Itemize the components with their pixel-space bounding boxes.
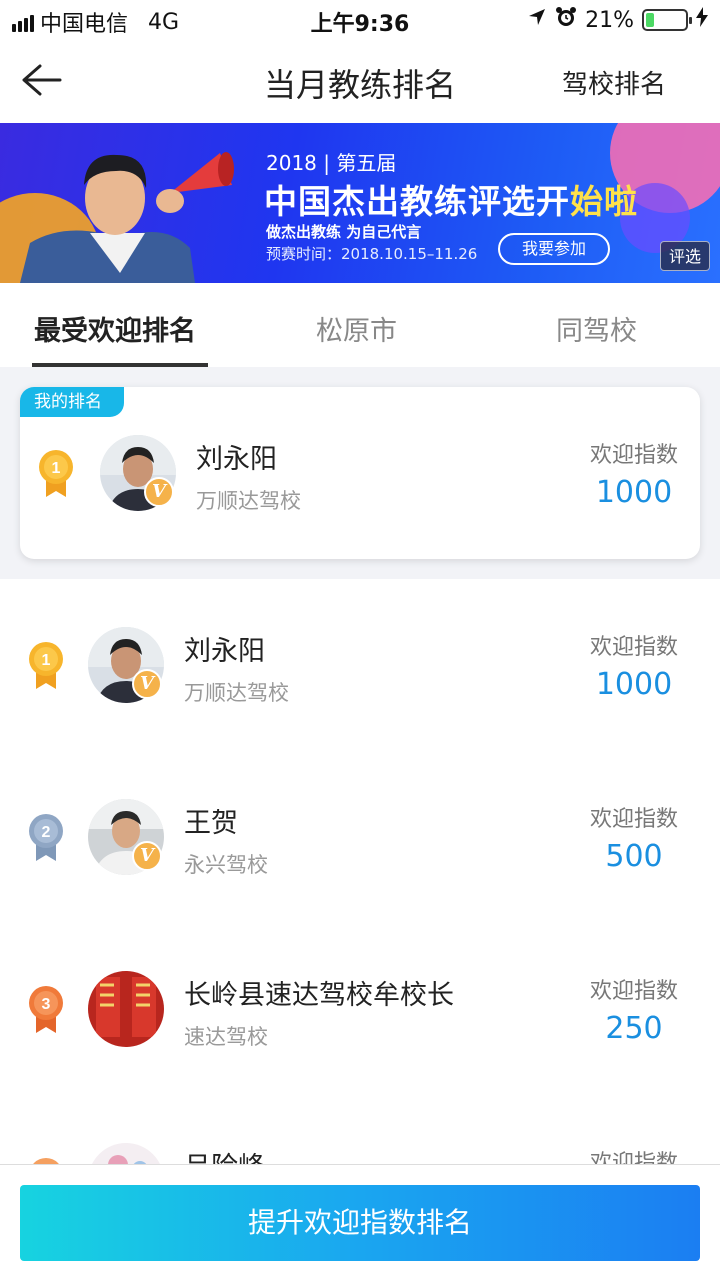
banner-headline-highlight: 始啦 [570,182,638,221]
tab-same-school[interactable]: 同驾校 [556,309,637,348]
verified-icon: V [132,669,162,699]
coach-school: 万顺达驾校 [184,681,289,705]
charging-icon [696,7,708,33]
coach-name: 王贺 [184,808,238,839]
school-ranking-link[interactable]: 驾校排名 [562,64,666,101]
banner-year: 2018 | 第五届 [266,151,397,175]
banner-period: 预赛时间：2018.10.15–11.26 [266,245,478,263]
verified-icon: V [132,841,162,871]
coach-school: 永兴驾校 [184,853,268,877]
battery-icon [642,9,692,31]
location-icon [527,7,547,33]
rank-number: 3 [42,996,51,1013]
join-button[interactable]: 我要参加 [498,233,610,265]
my-rank-name: 刘永阳 [196,444,277,475]
banner-headline: 中国杰出教练评选开始啦 [264,175,638,223]
coach-school: 速达驾校 [184,1025,268,1049]
status-bar: 中国电信 4G 上午9:36 21% [0,0,720,40]
avatar[interactable] [88,971,164,1047]
gold-medal-icon: 1 [29,642,63,689]
ranking-row[interactable]: 1 V 刘永阳 万顺达驾校 欢迎指数 1000 [0,579,720,751]
my-rank-index-label: 欢迎指数 [589,443,678,468]
gold-medal-icon: 1 [39,450,73,497]
my-rank-index-value: 1000 [595,475,673,510]
bronze-medal-icon: 3 [29,986,63,1033]
tab-bar: 最受欢迎排名 松原市 同驾校 [0,283,720,367]
alarm-icon [555,6,577,34]
index-label: 欢迎指数 [589,635,678,660]
my-rank-card[interactable]: 我的排名 1 V 刘永阳 万顺达驾校 欢迎指数 1000 [20,387,700,559]
rank-number: 1 [42,652,51,669]
tab-city[interactable]: 松原市 [316,309,397,348]
improve-ranking-button[interactable]: 提升欢迎指数排名 [20,1185,700,1261]
coach-name: 长岭县速达驾校牟校长 [184,980,454,1011]
rank-number: 2 [42,824,51,841]
ranking-row[interactable]: 2 V 王贺 永兴驾校 欢迎指数 500 [0,751,720,923]
tab-most-popular[interactable]: 最受欢迎排名 [34,309,196,348]
banner-headline-main: 中国杰出教练评选开 [264,182,570,221]
my-rank-school: 万顺达驾校 [196,489,301,513]
coach-name: 刘永阳 [184,636,265,667]
banner-person-illustration [20,152,234,283]
verified-icon: V [144,477,174,507]
my-rank-badge: 我的排名 [20,387,124,417]
nav-bar: 当月教练排名 驾校排名 [0,40,720,122]
index-value: 1000 [595,667,673,702]
index-label: 欢迎指数 [589,979,678,1004]
my-rank-number: 1 [52,460,61,477]
banner-slogan: 做杰出教练 为自己代言 [266,223,422,241]
index-value: 250 [605,1011,663,1046]
battery-percent: 21% [585,7,634,33]
banner-tag: 评选 [660,241,710,271]
promo-banner[interactable]: 2018 | 第五届 中国杰出教练评选开始啦 做杰出教练 为自己代言 预赛时间：… [0,123,720,283]
ranking-row[interactable]: 3 长岭县速达驾校牟校长 速达驾校 欢迎指数 250 [0,923,720,1095]
index-value: 500 [605,839,663,874]
silver-medal-icon: 2 [29,814,63,861]
bottom-bar: 提升欢迎指数排名 [0,1164,720,1280]
index-label: 欢迎指数 [589,807,678,832]
my-rank-section: 我的排名 1 V 刘永阳 万顺达驾校 欢迎指数 1000 [0,367,720,579]
